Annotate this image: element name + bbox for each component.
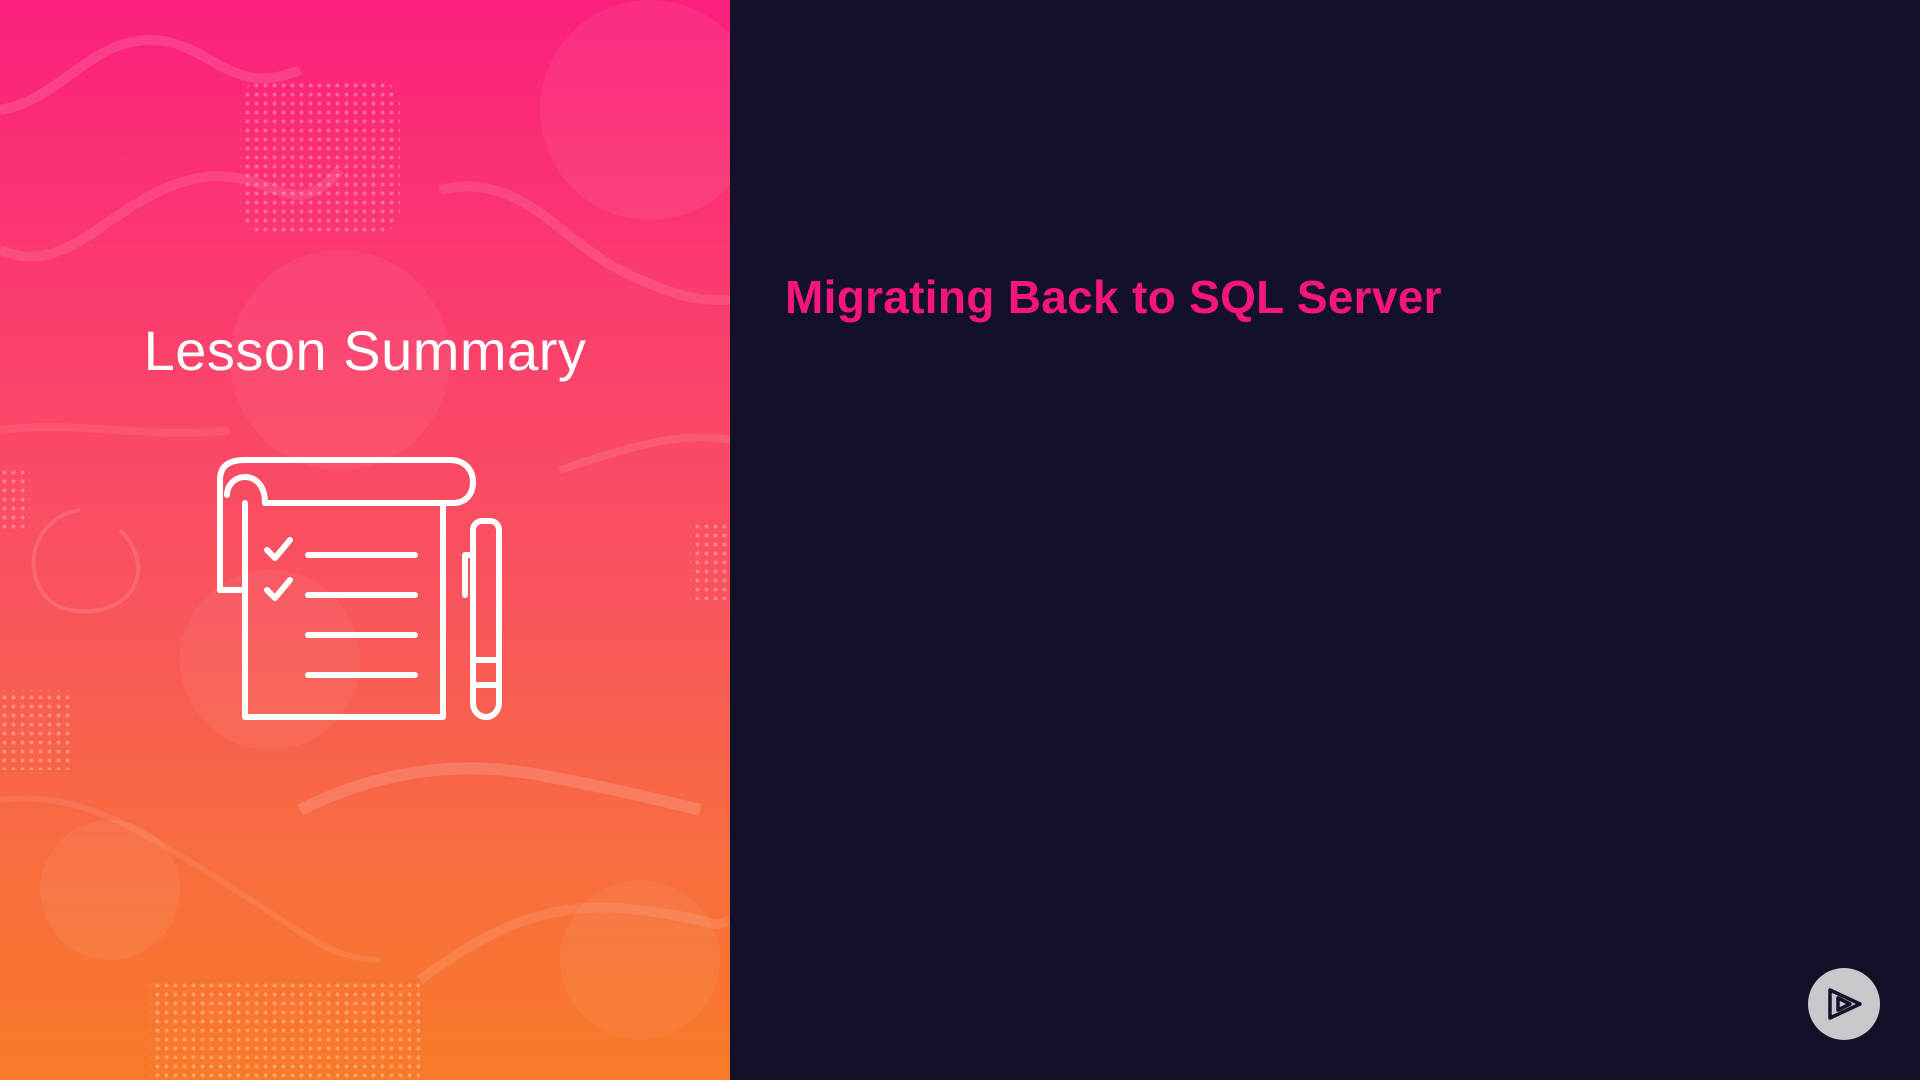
lesson-summary-panel: Lesson Summary [0, 0, 730, 1080]
content-panel: Migrating Back to SQL Server [730, 0, 1920, 1080]
play-logo-icon [1828, 988, 1862, 1020]
module-title: Migrating Back to SQL Server [785, 271, 1442, 323]
lesson-summary-title: Lesson Summary [143, 319, 587, 382]
play-logo-button[interactable] [1808, 968, 1880, 1040]
slide: Lesson Summary Migrating Back to SQL Ser… [0, 0, 1920, 1080]
checklist-notepad-pen-icon [217, 457, 502, 720]
